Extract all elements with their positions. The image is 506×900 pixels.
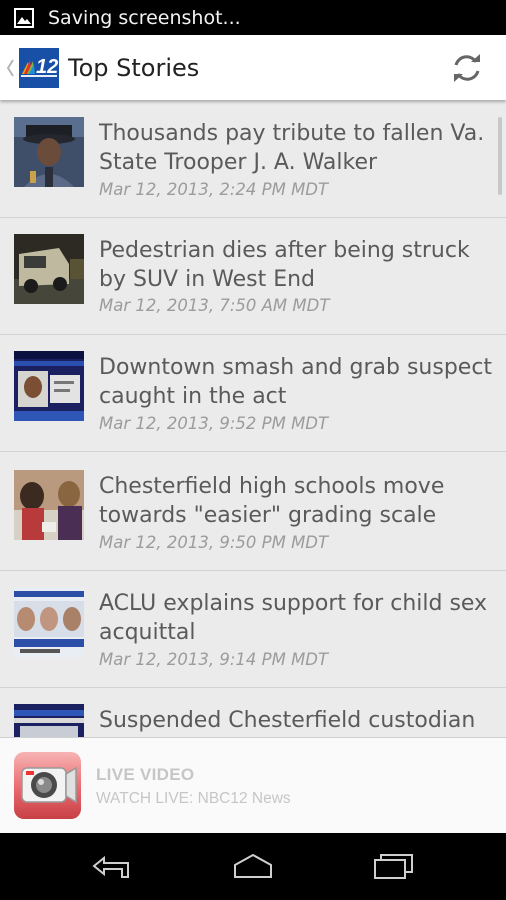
up-caret-icon[interactable]	[5, 56, 15, 80]
list-item[interactable]: Pedestrian dies after being struck by SU…	[0, 218, 506, 335]
navigation-bar	[0, 833, 506, 900]
list-scrollbar[interactable]	[498, 117, 502, 195]
story-headline: Chesterfield high schools move towards "…	[99, 474, 445, 528]
story-thumbnail	[14, 470, 84, 540]
list-item[interactable]: ACLU explains support for child sex acqu…	[0, 571, 506, 688]
story-headline: Pedestrian dies after being struck by SU…	[99, 238, 470, 292]
list-item[interactable]: Suspended Chesterfield custodian	[0, 688, 506, 737]
story-timestamp: Mar 12, 2013, 9:14 PM MDT	[99, 650, 329, 669]
live-video-title: LIVE VIDEO	[96, 765, 195, 784]
refresh-icon[interactable]	[450, 51, 484, 85]
story-thumbnail	[14, 351, 84, 421]
story-timestamp: Mar 12, 2013, 2:24 PM MDT	[99, 180, 329, 199]
page-title: Top Stories	[68, 53, 200, 82]
story-thumbnail	[14, 117, 84, 187]
story-timestamp: Mar 12, 2013, 9:52 PM MDT	[99, 414, 329, 433]
app-logo[interactable]: 12	[19, 47, 59, 88]
story-headline: Thousands pay tribute to fallen Va. Stat…	[99, 121, 485, 175]
live-video-subtitle: WATCH LIVE: NBC12 News	[96, 790, 291, 807]
story-headline: ACLU explains support for child sex acqu…	[99, 591, 488, 645]
story-timestamp: Mar 12, 2013, 9:50 PM MDT	[99, 533, 329, 552]
camera-icon	[14, 752, 81, 819]
story-headline: Downtown smash and grab suspect caught i…	[99, 355, 493, 409]
story-list[interactable]: Thousands pay tribute to fallen Va. Stat…	[0, 101, 506, 737]
recents-icon[interactable]	[372, 851, 416, 881]
story-timestamp: Mar 12, 2013, 7:50 AM MDT	[99, 296, 330, 315]
status-text: Saving screenshot...	[48, 6, 241, 29]
list-item[interactable]: Downtown smash and grab suspect caught i…	[0, 335, 506, 452]
back-icon[interactable]	[90, 851, 134, 881]
story-thumbnail	[14, 587, 84, 657]
action-bar: 12 Top Stories	[0, 35, 506, 100]
status-bar: Saving screenshot...	[0, 0, 506, 35]
list-item[interactable]: Thousands pay tribute to fallen Va. Stat…	[0, 101, 506, 218]
list-item[interactable]: Chesterfield high schools move towards "…	[0, 452, 506, 571]
home-icon[interactable]	[231, 851, 275, 881]
logo-number: 12	[36, 55, 59, 78]
story-thumbnail	[14, 704, 84, 737]
story-thumbnail	[14, 234, 84, 304]
image-icon	[14, 7, 34, 28]
story-headline: Suspended Chesterfield custodian	[99, 708, 476, 733]
live-video-bar[interactable]: LIVE VIDEO WATCH LIVE: NBC12 News	[0, 737, 506, 834]
